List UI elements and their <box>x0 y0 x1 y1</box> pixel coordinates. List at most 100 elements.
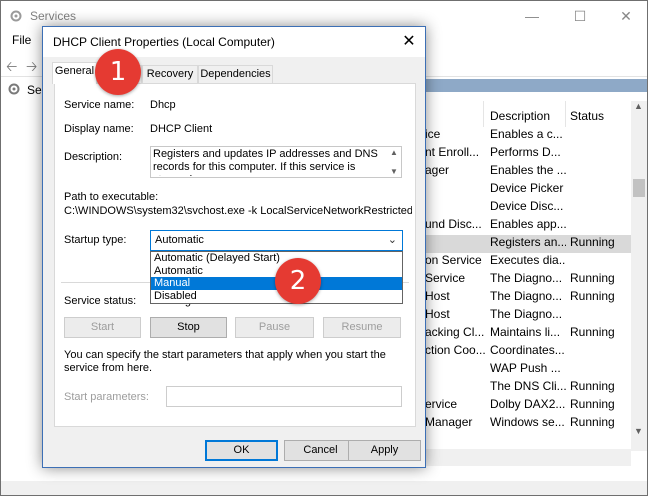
services-node-icon <box>8 83 20 95</box>
tab-dependencies[interactable]: Dependencies <box>198 65 273 83</box>
services-list[interactable]: Description Status ice Enables a c... nt E… <box>425 101 631 461</box>
start-params-label: Start parameters: <box>64 391 149 403</box>
cancel-button[interactable]: Cancel <box>284 440 357 461</box>
stop-button[interactable]: Stop <box>150 317 227 338</box>
service-name-cell: Service <box>425 271 466 285</box>
service-name-cell: Host <box>425 289 450 303</box>
service-name-cell: on Service <box>425 253 482 267</box>
option-automatic-delayed[interactable]: Automatic (Delayed Start) <box>151 252 402 265</box>
service-description-cell: WAP Push ... <box>490 361 561 375</box>
services-window-title: Services <box>30 9 77 23</box>
table-row[interactable]: ction Coo... Coordinates... <box>425 343 631 361</box>
service-status-cell: Running <box>570 325 615 339</box>
table-row[interactable]: und Disc... Enables app... <box>425 217 631 235</box>
service-name-cell: ervice <box>425 397 458 411</box>
scroll-up-icon[interactable]: ▲ <box>390 148 398 157</box>
chevron-down-icon[interactable]: ⌄ <box>388 233 397 246</box>
table-row[interactable]: Host The Diagno... Running <box>425 289 631 307</box>
back-arrow-icon[interactable]: 🡠 <box>6 56 24 74</box>
table-row[interactable]: ice Enables a c... <box>425 127 631 145</box>
description-scrollbar[interactable]: ▲ ▼ <box>387 147 401 177</box>
service-description-cell: Device Picker <box>490 181 564 195</box>
service-name-cell: nt Enroll... <box>425 145 480 159</box>
table-row[interactable]: Device Picker <box>425 181 631 199</box>
properties-dialog: DHCP Client Properties (Local Computer) … <box>42 26 426 468</box>
description-text: Registers and updates IP addresses and D… <box>153 148 378 176</box>
service-name-cell: acking Cl... <box>425 325 485 339</box>
scroll-thumb[interactable] <box>633 179 645 197</box>
general-tab-panel: Service name: Dhcp Display name: DHCP Cl… <box>54 83 416 427</box>
table-row[interactable]: ager Enables the ... <box>425 163 631 181</box>
apply-button[interactable]: Apply <box>348 440 421 461</box>
service-description-cell: The DNS Cli... <box>490 379 566 393</box>
table-row[interactable]: Service The Diagno... Running <box>425 271 631 289</box>
service-status-cell: Running <box>570 235 615 249</box>
vertical-scrollbar[interactable]: ▲ ▼ <box>631 101 647 451</box>
table-row[interactable]: nt Enroll... Performs D... <box>425 145 631 163</box>
table-row[interactable]: Host The Diagno... <box>425 307 631 325</box>
service-description-cell: Coordinates... <box>490 343 565 357</box>
service-description-cell: Performs D... <box>490 145 561 159</box>
table-row[interactable]: Device Disc... <box>425 199 631 217</box>
start-params-input[interactable] <box>166 386 402 407</box>
service-status-cell: Running <box>570 397 615 411</box>
table-row[interactable]: Manager Windows se... Running <box>425 415 631 433</box>
table-row[interactable]: ervice Dolby DAX2... Running <box>425 397 631 415</box>
dialog-title: DHCP Client Properties (Local Computer) <box>53 35 275 49</box>
resume-button[interactable]: Resume <box>323 317 401 338</box>
scroll-up-icon[interactable]: ▲ <box>634 101 643 111</box>
horizontal-scrollbar[interactable] <box>425 449 631 466</box>
description-label: Description: <box>64 151 123 163</box>
start-params-note: You can specify the start parameters tha… <box>64 349 386 374</box>
service-description-cell: Registers an... <box>490 235 566 249</box>
display-name-label: Display name: <box>64 123 134 135</box>
service-description-cell: Device Disc... <box>490 199 564 213</box>
service-description-cell: Dolby DAX2... <box>490 397 566 411</box>
service-description-cell: Enables app... <box>490 217 566 231</box>
pause-button[interactable]: Pause <box>235 317 314 338</box>
table-row[interactable]: acking Cl... Maintains li... Running <box>425 325 631 343</box>
service-name-cell: ction Coo... <box>425 343 485 357</box>
table-row[interactable]: Registers an... Running <box>425 235 631 253</box>
display-name-value: DHCP Client <box>150 123 213 135</box>
window-close-button[interactable]: ✕ <box>603 1 648 31</box>
column-header-description[interactable]: Description <box>490 109 550 123</box>
column-separator[interactable] <box>483 101 484 127</box>
service-description-cell: Maintains li... <box>490 325 561 339</box>
minimize-button[interactable]: — <box>509 1 555 31</box>
services-header-band <box>425 79 647 92</box>
scroll-down-icon[interactable]: ▼ <box>634 426 643 436</box>
service-name-cell: ager <box>425 163 450 177</box>
service-description-cell: The Diagno... <box>490 307 563 321</box>
table-row[interactable]: on Service Executes dia... <box>425 253 631 271</box>
service-name-value: Dhcp <box>150 99 176 111</box>
startup-type-dropdown[interactable]: Automatic ⌄ <box>150 230 403 251</box>
table-row[interactable]: The DNS Cli... Running <box>425 379 631 397</box>
scroll-down-icon[interactable]: ▼ <box>390 167 398 176</box>
tab-general[interactable]: General <box>52 62 97 84</box>
service-name-cell: ice <box>425 127 441 141</box>
service-status-cell: Running <box>570 271 615 285</box>
service-description-cell: Enables the ... <box>490 163 566 177</box>
service-description-cell: The Diagno... <box>490 271 563 285</box>
step-marker-2: 2 <box>275 258 321 304</box>
path-label: Path to executable: <box>64 191 159 203</box>
path-value: C:\WINDOWS\system32\svchost.exe -k Local… <box>64 205 412 217</box>
ok-button[interactable]: OK <box>205 440 278 461</box>
dialog-titlebar: DHCP Client Properties (Local Computer) … <box>43 27 425 57</box>
service-name-label: Service name: <box>64 99 135 111</box>
start-button[interactable]: Start <box>64 317 141 338</box>
column-separator[interactable] <box>565 101 566 127</box>
startup-type-value: Automatic <box>155 234 204 246</box>
service-description-cell: Enables a c... <box>490 127 563 141</box>
service-status-label: Service status: <box>64 295 137 307</box>
menu-file[interactable]: File <box>12 33 31 47</box>
close-icon[interactable]: ✕ <box>395 29 423 55</box>
service-name-cell: Host <box>425 307 450 321</box>
service-status-cell: Running <box>570 289 615 303</box>
description-box[interactable]: Registers and updates IP addresses and D… <box>150 146 402 178</box>
table-row[interactable]: WAP Push ... <box>425 361 631 379</box>
column-header-status[interactable]: Status <box>570 109 604 123</box>
maximize-button[interactable]: ☐ <box>557 1 603 31</box>
tab-recovery[interactable]: Recovery <box>142 65 198 83</box>
